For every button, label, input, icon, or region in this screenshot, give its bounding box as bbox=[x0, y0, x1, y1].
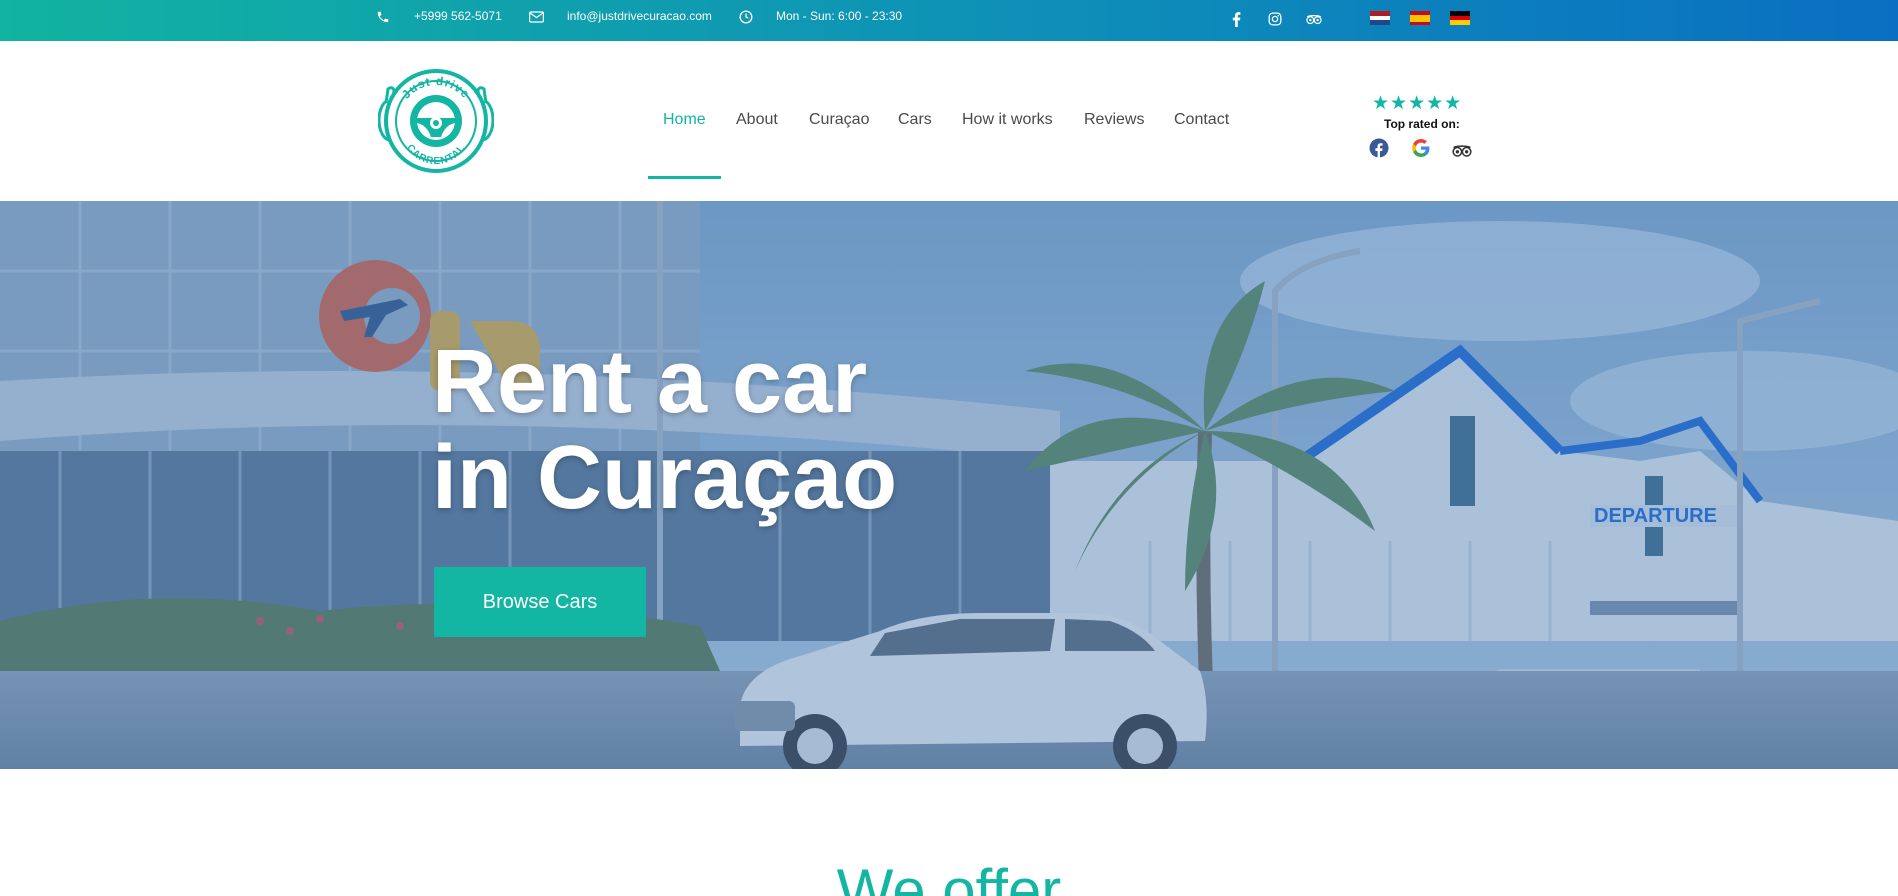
we-offer-heading: We offer bbox=[836, 857, 1062, 896]
browse-cars-button[interactable]: Browse Cars bbox=[434, 567, 646, 637]
rating-stars: ★★★★★ bbox=[1372, 93, 1463, 114]
phone-link[interactable]: +5999 562-5071 bbox=[414, 9, 502, 23]
opening-hours: Mon - Sun: 6:00 - 23:30 bbox=[776, 9, 903, 23]
site-header: Just drive CARRENTAL Home About Curaçao … bbox=[0, 41, 1898, 201]
email-link[interactable]: info@justdrivecuracao.com bbox=[567, 9, 712, 23]
google-icon[interactable] bbox=[1411, 138, 1431, 158]
facebook-icon[interactable] bbox=[1369, 138, 1389, 158]
phone-icon bbox=[376, 0, 390, 33]
clock-icon bbox=[739, 0, 753, 33]
nav-how-it-works[interactable]: How it works bbox=[962, 111, 1053, 129]
nav-contact[interactable]: Contact bbox=[1174, 111, 1229, 129]
nav-home[interactable]: Home bbox=[663, 111, 706, 129]
hero-title-line2: in Curaçao bbox=[432, 428, 898, 528]
nav-about[interactable]: About bbox=[736, 111, 778, 129]
hero-title: Rent a car in Curaçao bbox=[432, 334, 897, 526]
dutch-flag-icon[interactable] bbox=[1370, 11, 1390, 25]
spanish-flag-icon[interactable] bbox=[1410, 11, 1430, 25]
german-flag-icon[interactable] bbox=[1450, 11, 1470, 25]
top-bar: +5999 562-5071 info@justdrivecuracao.com… bbox=[0, 0, 1898, 41]
envelope-icon bbox=[529, 0, 544, 33]
tripadvisor-icon[interactable] bbox=[1452, 138, 1472, 158]
logo[interactable]: Just drive CARRENTAL bbox=[377, 68, 495, 174]
tripadvisor-icon[interactable] bbox=[1306, 11, 1322, 27]
hero-section: DEPARTURE Rent a car in Curaçao Browse C… bbox=[0, 201, 1898, 769]
instagram-icon[interactable] bbox=[1267, 11, 1283, 27]
facebook-icon[interactable] bbox=[1228, 11, 1244, 27]
hero-title-line1: Rent a car bbox=[432, 332, 868, 432]
top-rated-label: Top rated on: bbox=[1384, 117, 1460, 131]
nav-reviews[interactable]: Reviews bbox=[1084, 111, 1144, 129]
hero-background-image: DEPARTURE bbox=[0, 201, 1898, 769]
nav-curacao[interactable]: Curaçao bbox=[809, 111, 869, 129]
active-nav-indicator bbox=[648, 176, 721, 179]
nav-cars[interactable]: Cars bbox=[898, 111, 932, 129]
